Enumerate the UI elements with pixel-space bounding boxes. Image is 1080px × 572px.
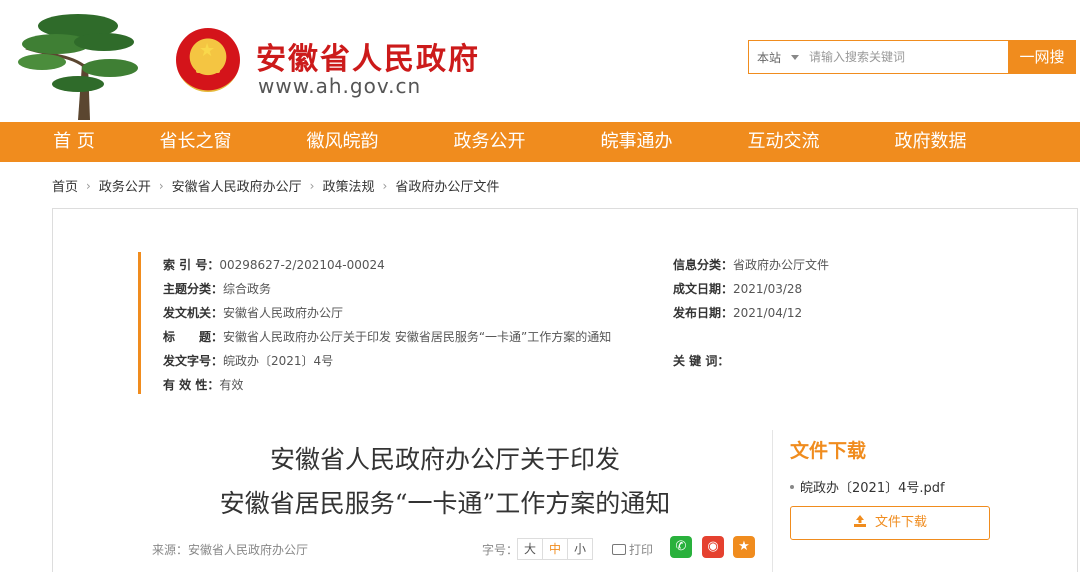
breadcrumb-item[interactable]: 首页 [52,176,78,195]
search-input[interactable] [809,45,1005,69]
download-file-link[interactable]: 皖政办〔2021〕4号.pdf [790,477,945,496]
search-scope-select[interactable]: 本站 [757,49,781,66]
printer-icon [612,544,626,555]
chevron-right-icon: › [309,178,315,193]
chevron-right-icon: › [86,178,91,193]
font-size-label: 字号： [482,542,519,557]
meta-issuer: 发文机关：安徽省人民政府办公厅 [163,306,344,320]
font-size-control: 字号： 大 中 小 [482,538,594,560]
site-header: ★ 安徽省人民政府 www.ah.gov.cn 本站 一网搜 [0,0,1080,120]
breadcrumb: 首页 › 政务公开 › 安徽省人民政府办公厅 › 政策法规 › 省政府办公厅文件 [52,176,499,196]
nav-item-interaction[interactable]: 互动交流 [710,122,857,162]
document-metadata: 索 引 号：00298627-2/202104-00024 信息分类：省政府办公… [138,252,858,394]
font-size-medium-button[interactable]: 中 [542,538,569,560]
meta-category: 信息分类：省政府办公厅文件 [673,258,830,272]
national-emblem-icon: ★ [176,28,240,92]
download-button[interactable]: 文件下载 [790,506,990,540]
meta-published-date: 发布日期：2021/04/12 [673,306,803,320]
print-label: 打印 [629,543,654,557]
breadcrumb-item[interactable]: 政策法规 [322,176,374,195]
nav-item-services[interactable]: 皖事通办 [563,122,710,162]
font-size-large-button[interactable]: 大 [517,538,544,560]
meta-doc-number: 发文字号：皖政办〔2021〕4号 [163,354,334,368]
meta-topic: 主题分类：综合政务 [163,282,272,296]
sidebar-divider [772,430,773,572]
search-button[interactable]: 一网搜 [1008,40,1076,74]
chevron-down-icon[interactable] [791,55,799,60]
meta-keywords: 关 键 词： [673,354,730,368]
print-button[interactable]: 打印 [612,541,653,558]
document-title: 安徽省人民政府办公厅关于印发 安徽省居民服务“一卡通”工作方案的通知 [150,438,740,526]
nav-item-gov-data[interactable]: 政府数据 [857,122,1004,162]
pine-tree-logo-icon [18,14,138,120]
weibo-share-icon[interactable]: ◉ [702,536,724,558]
document-title-line-2: 安徽省居民服务“一卡通”工作方案的通知 [219,489,671,518]
search-box: 本站 一网搜 [748,40,1076,74]
nav-item-culture[interactable]: 徽风皖韵 [269,122,416,162]
download-file-name: 皖政办〔2021〕4号.pdf [800,481,945,496]
download-icon [853,515,866,527]
meta-title: 标 题：安徽省人民政府办公厅关于印发 安徽省居民服务“一卡通”工作方案的通知 [163,330,612,344]
meta-created-date: 成文日期：2021/03/28 [673,282,803,296]
site-url: www.ah.gov.cn [258,74,422,98]
breadcrumb-item[interactable]: 省政府办公厅文件 [395,176,499,195]
site-title[interactable]: 安徽省人民政府 [256,34,480,78]
wechat-share-icon[interactable]: ✆ [670,536,692,558]
nav-item-home[interactable]: 首 页 [0,122,122,162]
font-size-small-button[interactable]: 小 [567,538,594,560]
bullet-icon [790,485,794,489]
nav-item-gov-affairs[interactable]: 政务公开 [416,122,563,162]
favorite-star-icon[interactable]: ★ [733,536,755,558]
chevron-right-icon: › [382,178,388,193]
breadcrumb-item[interactable]: 安徽省人民政府办公厅 [172,176,302,195]
nav-item-governor[interactable]: 省长之窗 [122,122,269,162]
download-section-title: 文件下载 [790,440,867,462]
meta-index: 索 引 号：00298627-2/202104-00024 [163,258,385,272]
main-nav: 首 页 省长之窗 徽风皖韵 政务公开 皖事通办 互动交流 政府数据 [0,122,1080,162]
download-button-label: 文件下载 [874,515,927,530]
document-source: 来源：安徽省人民政府办公厅 [152,543,309,557]
meta-validity: 有 效 性：有效 [163,378,244,392]
chevron-right-icon: › [158,178,164,193]
document-title-line-1: 安徽省人民政府办公厅关于印发 [269,445,620,474]
breadcrumb-item[interactable]: 政务公开 [99,176,151,195]
